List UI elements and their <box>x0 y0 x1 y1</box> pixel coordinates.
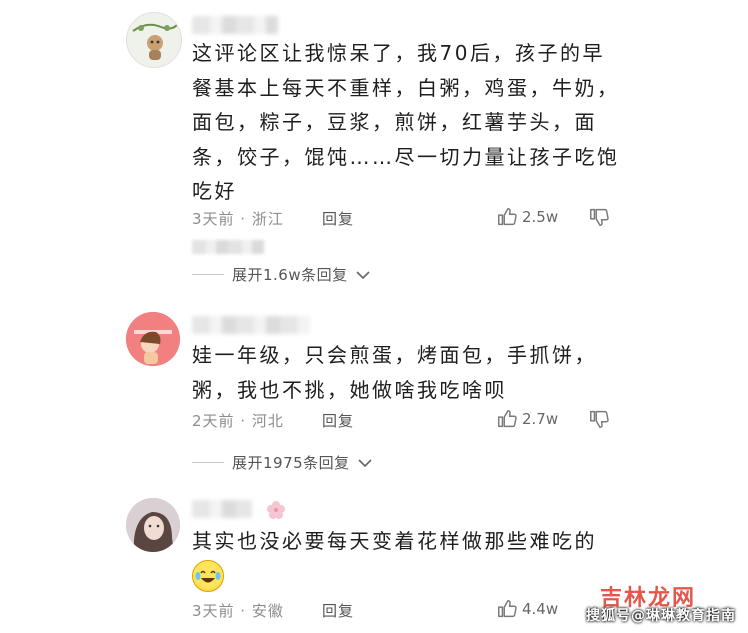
divider-line <box>192 462 224 463</box>
comment-text: 娃一年级，只会煎蛋，烤面包，手抓饼，粥，我也不挑，她做啥我吃啥呗 <box>192 343 597 402</box>
avatar-image <box>126 312 180 366</box>
avatar[interactable] <box>126 498 180 552</box>
expand-replies[interactable]: 展开1975条回复 <box>192 452 372 473</box>
username-blurred[interactable] <box>192 16 278 34</box>
like-button[interactable]: 2.7w <box>496 408 558 430</box>
like-count: 2.5w <box>522 208 559 226</box>
chevron-down-icon <box>356 270 370 279</box>
thumbs-down-icon <box>590 410 609 428</box>
chevron-down-icon <box>358 458 372 467</box>
reply-button[interactable]: 回复 <box>322 410 354 431</box>
comment-text: 这评论区让我惊呆了，我70后，孩子的早餐基本上每天不重样，白粥，鸡蛋，牛奶，面包… <box>192 41 620 204</box>
comment-text: 其实也没必要每天变着花样做那些难吃的 <box>192 529 597 553</box>
like-button[interactable]: 4.4w <box>496 598 558 620</box>
divider-line <box>192 274 224 275</box>
like-count: 4.4w <box>522 600 559 618</box>
dislike-button[interactable] <box>588 408 610 434</box>
laughing-crying-emoji-icon <box>192 560 224 592</box>
avatar[interactable] <box>126 12 182 68</box>
thumbs-up-icon <box>498 600 517 618</box>
watermark-text: 搜狐号@琳琳教育指南 <box>586 608 736 624</box>
comment-meta: 2天前 · 河北 <box>192 412 284 430</box>
reply-preview-blurred[interactable] <box>192 240 264 254</box>
flower-badge-icon <box>267 501 285 519</box>
comment-meta: 3天前 · 浙江 <box>192 210 284 228</box>
dislike-button[interactable] <box>588 206 610 232</box>
thumbs-up-icon <box>498 410 517 428</box>
expand-replies-label: 展开1975条回复 <box>232 454 350 472</box>
username-blurred[interactable] <box>192 316 310 334</box>
avatar-image <box>132 23 178 60</box>
comment-meta: 3天前 · 安徽 <box>192 602 284 620</box>
avatar[interactable] <box>126 312 180 366</box>
thumbs-down-icon <box>590 208 609 226</box>
thumbs-up-icon <box>498 208 517 226</box>
expand-replies[interactable]: 展开1.6w条回复 <box>192 264 370 285</box>
reply-button[interactable]: 回复 <box>322 600 354 621</box>
reply-button[interactable]: 回复 <box>322 208 354 229</box>
avatar-image <box>126 498 180 552</box>
like-button[interactable]: 2.5w <box>496 206 558 228</box>
expand-replies-label: 展开1.6w条回复 <box>232 266 348 284</box>
like-count: 2.7w <box>522 410 559 428</box>
username-blurred[interactable] <box>192 500 252 518</box>
